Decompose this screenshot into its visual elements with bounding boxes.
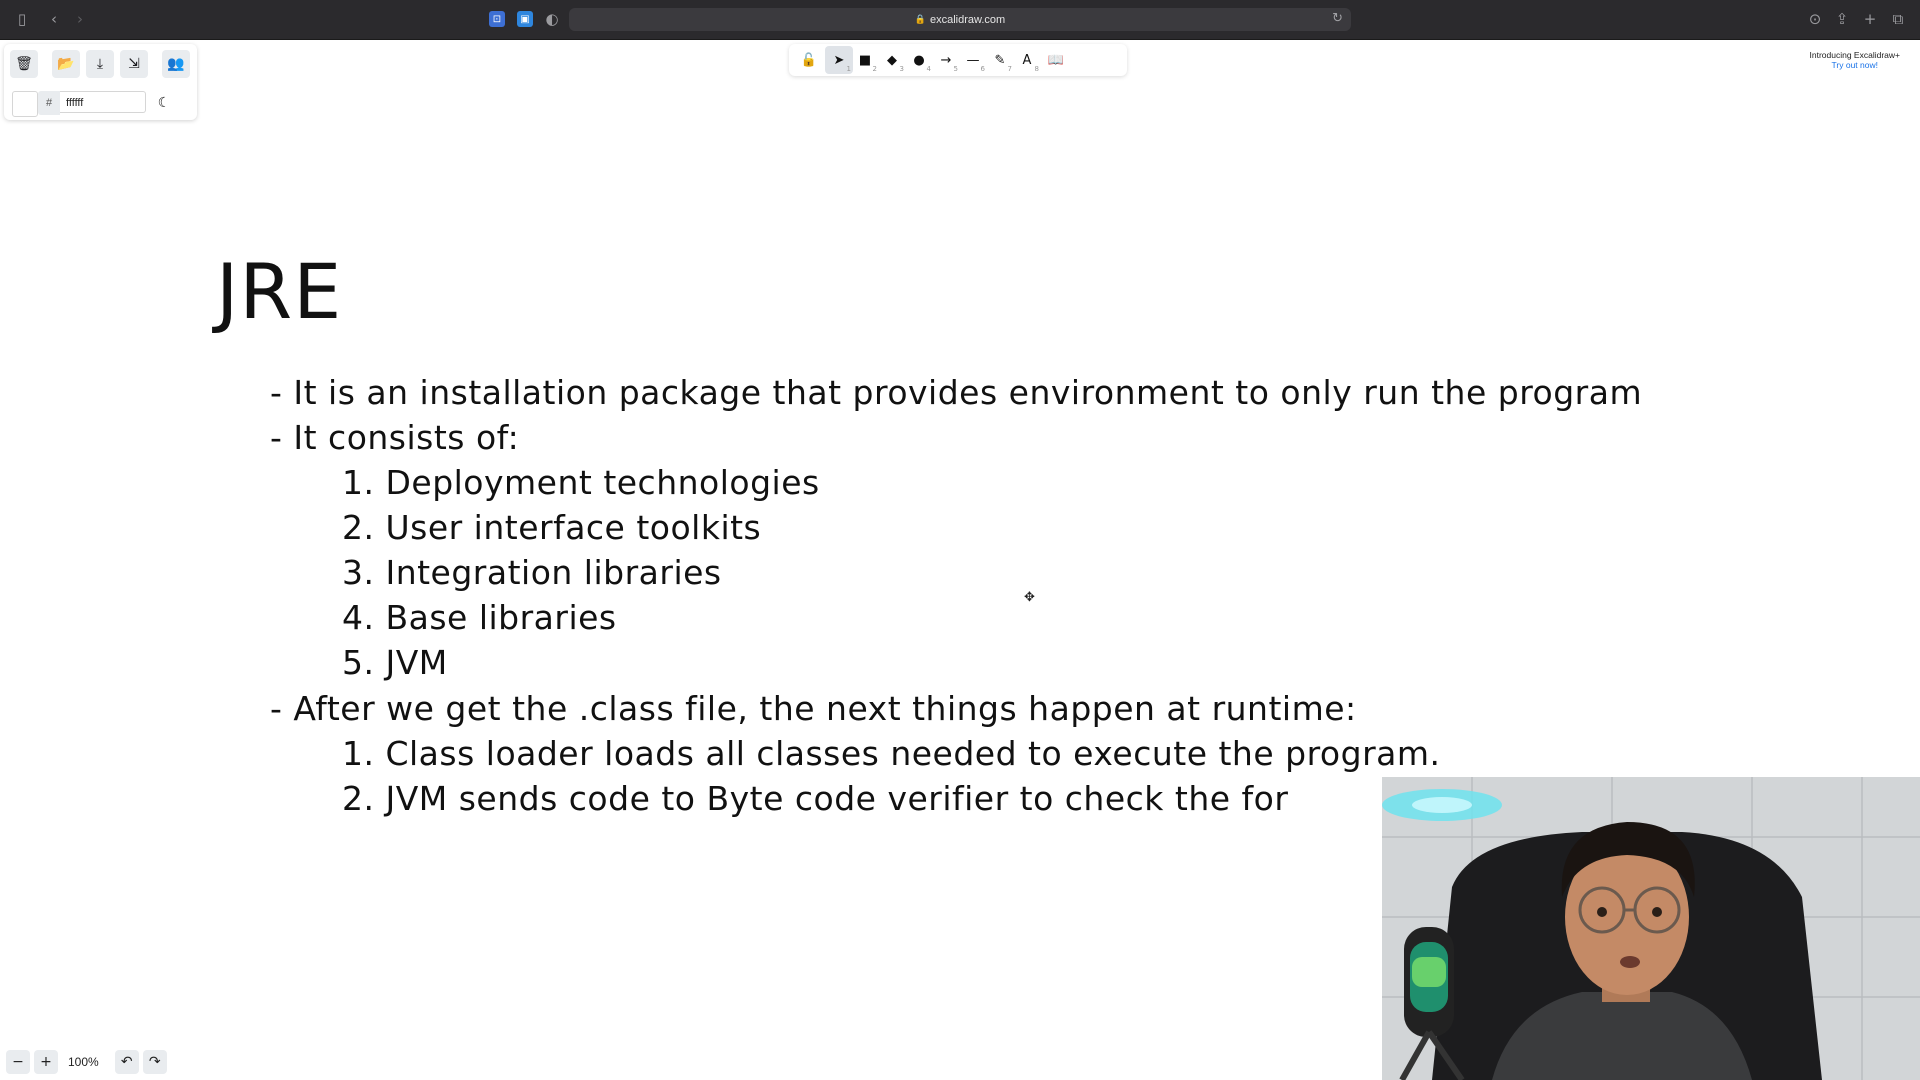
canvas-text-line[interactable]: - It is an installation package that pro… <box>270 373 1642 412</box>
download-icon[interactable]: ⊙ <box>1805 9 1825 29</box>
canvas-background-swatch[interactable] <box>12 91 38 117</box>
tool-diamond[interactable]: ◆ 3 <box>878 46 906 74</box>
webcam-video-image <box>1382 777 1920 1080</box>
plus-icon[interactable]: + <box>1860 9 1880 29</box>
chevron-left-icon[interactable]: ‹ <box>44 9 64 29</box>
lock-icon: 🔓 <box>800 52 818 68</box>
ellipse-icon: ● <box>913 52 925 68</box>
url-text: excalidraw.com <box>930 13 1006 26</box>
canvas-text-line[interactable]: 1. Deployment technologies <box>342 463 820 502</box>
export-icon[interactable]: ⇲ <box>120 50 148 78</box>
draw-icon: ✎ <box>994 52 1006 68</box>
library-icon: 📖 <box>1047 52 1065 68</box>
promo-title: Introducing Excalidraw+ <box>1809 50 1900 60</box>
canvas-actions-panel: 🗑 📂 ⤓ ⇲ 👥 # ffffff ☾ <box>4 44 197 120</box>
extension-icon-1[interactable]: ⊡ <box>489 11 505 27</box>
collaborate-icon[interactable]: 👥 <box>162 50 190 78</box>
tool-selection[interactable]: ➤ 1 <box>825 46 853 74</box>
redo-button[interactable]: ↷ <box>142 1050 167 1074</box>
zoom-controls: − + 100% ↶ ↷ <box>6 1050 167 1074</box>
tool-shortcut-key: 7 <box>1007 65 1012 73</box>
extension-icon-2[interactable]: ▣ <box>517 11 533 27</box>
diamond-icon: ◆ <box>887 52 897 68</box>
tool-rectangle[interactable]: ■ 2 <box>851 46 879 74</box>
selection-icon: ➤ <box>833 52 845 68</box>
line-icon: — <box>966 52 980 68</box>
tool-shortcut-key: 3 <box>899 65 904 73</box>
tool-shortcut-key: 2 <box>872 65 877 73</box>
canvas-text-line[interactable]: 3. Integration libraries <box>342 553 722 592</box>
move-cursor-icon: ✥ <box>1024 590 1035 605</box>
share-icon[interactable]: ⇪ <box>1832 9 1852 29</box>
canvas-text-line[interactable]: 2. JVM sends code to Byte code verifier … <box>342 779 1288 818</box>
zoom-level[interactable]: 100% <box>62 1055 105 1069</box>
save-icon[interactable]: ⤓ <box>86 50 114 78</box>
text-icon: A <box>1022 52 1032 68</box>
tool-line[interactable]: —6 <box>959 46 987 74</box>
tabs-overview-icon[interactable]: ⧉ <box>1888 9 1908 29</box>
tool-shortcut-key: 8 <box>1034 65 1039 73</box>
tool-shortcut-key: 6 <box>980 65 985 73</box>
moon-icon[interactable]: ☾ <box>154 93 174 113</box>
rectangle-icon: ■ <box>858 52 872 68</box>
tool-lock[interactable]: 🔓 <box>795 46 823 74</box>
reload-icon[interactable]: ↻ <box>1332 11 1343 26</box>
canvas-title[interactable]: JRE <box>216 247 342 336</box>
zoom-in-button[interactable]: + <box>34 1050 58 1074</box>
tool-arrow[interactable]: → 5 <box>932 46 960 74</box>
excalidraw-plus-promo[interactable]: Introducing Excalidraw+ Try out now! <box>1810 50 1900 70</box>
shape-toolbar: 🔓 ➤ 1 ■ 2 ◆ 3 ● 4 → 5—6 ✎ 7 A 8 📖 <box>789 44 1127 76</box>
zoom-out-button[interactable]: − <box>6 1050 30 1074</box>
tool-shortcut-key: 4 <box>926 65 931 73</box>
sidebar-icon[interactable]: ▯ <box>12 9 32 29</box>
tool-shortcut-key: 5 <box>953 65 958 73</box>
privacy-shield-icon[interactable]: ◐ <box>542 9 562 29</box>
browser-toolbar: ▯ ‹ › ⊡ ▣ ◐ 🔒 excalidraw.com ↻ ⊙ ⇪ + ⧉ <box>0 0 1920 40</box>
webcam-overlay <box>1382 777 1920 1080</box>
canvas-text-line[interactable]: 5. JVM <box>342 643 448 682</box>
promo-link[interactable]: Try out now! <box>1810 60 1900 70</box>
canvas-text-line[interactable]: 2. User interface toolkits <box>342 508 761 547</box>
tool-ellipse[interactable]: ● 4 <box>905 46 933 74</box>
canvas-text-line[interactable]: 4. Base libraries <box>342 598 617 637</box>
tool-library[interactable]: 📖 <box>1042 46 1070 74</box>
canvas-text-line[interactable]: 1. Class loader loads all classes needed… <box>342 734 1441 773</box>
open-folder-icon[interactable]: 📂 <box>52 50 80 78</box>
lock-icon: 🔒 <box>914 14 926 24</box>
address-bar[interactable]: 🔒 excalidraw.com ↻ <box>569 8 1351 31</box>
canvas-text-line[interactable]: - It consists of: <box>270 418 519 457</box>
tool-draw[interactable]: ✎ 7 <box>986 46 1014 74</box>
canvas-text-line[interactable]: - After we get the .class file, the next… <box>270 689 1357 728</box>
tool-text[interactable]: A8 <box>1013 46 1041 74</box>
hash-label: # <box>38 91 60 115</box>
undo-button[interactable]: ↶ <box>114 1050 139 1074</box>
chevron-right-icon[interactable]: › <box>70 9 90 29</box>
arrow-icon: → <box>940 52 952 68</box>
trash-icon[interactable]: 🗑 <box>10 50 38 78</box>
canvas-background-input[interactable]: ffffff <box>60 91 146 113</box>
